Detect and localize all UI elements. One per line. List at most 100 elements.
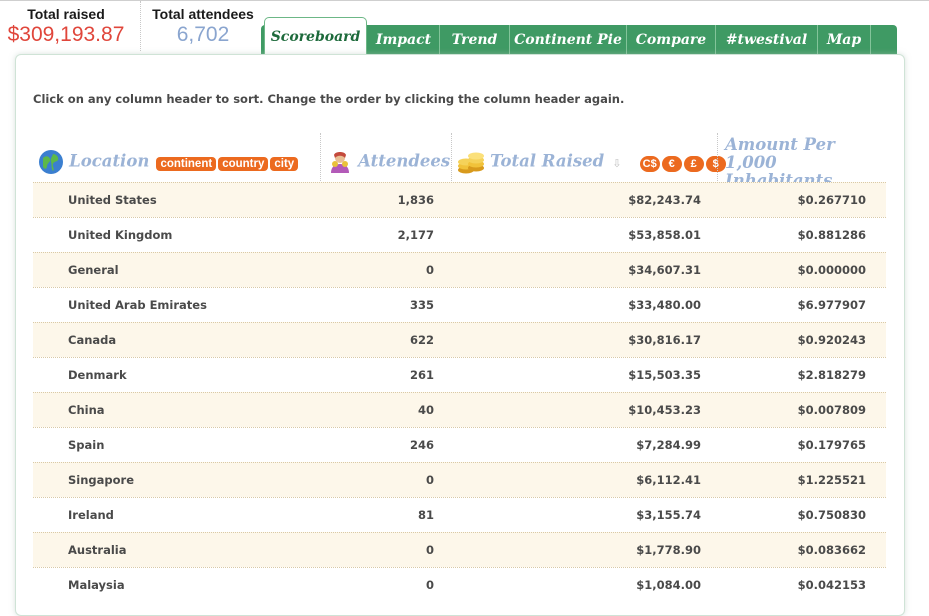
- attendees-cell: 40: [417, 403, 434, 417]
- amount-per-cell: $0.881286: [797, 228, 866, 242]
- tab-continent-pie[interactable]: Continent Pie: [510, 25, 627, 55]
- attendees-cell: 622: [409, 333, 434, 347]
- table-row: General 0 $34,607.31 $0.000000: [33, 252, 886, 287]
- location-cell: Ireland: [68, 508, 114, 522]
- attendees-header-title: Attendees: [358, 151, 451, 171]
- attendees-cell: 246: [409, 438, 434, 452]
- attendees-cell: 2,177: [397, 228, 434, 242]
- column-separator: [717, 133, 718, 181]
- total-raised-cell: $7,284.99: [636, 438, 701, 452]
- amount-per-cell: $0.267710: [797, 193, 866, 207]
- table-row: Denmark 261 $15,503.35 $2.818279: [33, 357, 886, 392]
- total-raised-cell: $6,112.41: [636, 473, 701, 487]
- total-attendees-value: 6,702: [176, 23, 230, 46]
- scoreboard-table: United States 1,836 $82,243.74 $0.267710…: [33, 182, 886, 602]
- sort-instructions: Click on any column header to sort. Chan…: [33, 92, 625, 106]
- attendees-cell: 0: [425, 543, 434, 557]
- amount-per-cell: $1.225521: [797, 473, 866, 487]
- amount-per-cell: $6.977907: [797, 298, 866, 312]
- total-raised-cell: $53,858.01: [628, 228, 701, 242]
- total-raised-value: $309,193.87: [7, 23, 125, 46]
- location-cell: Malaysia: [68, 578, 125, 592]
- tab-compare[interactable]: Compare: [627, 25, 716, 55]
- table-row: United Arab Emirates 335 $33,480.00 $6.9…: [33, 287, 886, 322]
- filter-city-button[interactable]: city: [270, 156, 299, 171]
- location-cell: Australia: [68, 543, 127, 557]
- table-row: United States 1,836 $82,243.74 $0.267710: [33, 182, 886, 217]
- total-raised-cell: $1,084.00: [636, 578, 701, 592]
- total-raised-header-title: Total Raised: [490, 151, 605, 171]
- currency-eur-button[interactable]: €: [661, 155, 682, 172]
- location-cell: Denmark: [68, 368, 127, 382]
- tab-bar: Scoreboard Impact Trend Continent Pie Co…: [261, 17, 897, 56]
- filter-continent-button[interactable]: continent: [156, 156, 217, 171]
- scoreboard-panel: Click on any column header to sort. Chan…: [15, 54, 905, 616]
- total-raised-cell: $15,503.35: [628, 368, 701, 382]
- tab-twestival[interactable]: #twestival: [716, 25, 818, 55]
- column-header-total-raised[interactable]: Total Raised ⇩ C$ € £ $: [457, 133, 726, 185]
- table-row: Canada 622 $30,816.17 $0.920243: [33, 322, 886, 357]
- attendees-cell: 0: [425, 578, 434, 592]
- total-raised-cell: $34,607.31: [628, 263, 701, 277]
- globe-icon: [39, 150, 63, 174]
- amount-per-cell: $0.083662: [797, 543, 866, 557]
- table-row: United Kingdom 2,177 $53,858.01 $0.88128…: [33, 217, 886, 252]
- table-row: China 40 $10,453.23 $0.007809: [33, 392, 886, 427]
- table-row: Australia 0 $1,778.90 $0.083662: [33, 532, 886, 567]
- column-header-location[interactable]: Location continent country city: [38, 133, 323, 185]
- coins-icon: [458, 152, 484, 174]
- total-raised-cell: $1,778.90: [636, 543, 701, 557]
- sort-descending-icon: ⇩: [612, 156, 622, 170]
- location-cell: United Kingdom: [68, 228, 173, 242]
- location-cell: Singapore: [68, 473, 135, 487]
- person-icon: [331, 152, 349, 173]
- amount-per-cell: $0.750830: [797, 508, 866, 522]
- tab-map[interactable]: Map: [818, 25, 871, 55]
- total-raised-cell: $30,816.17: [628, 333, 701, 347]
- amount-per-cell: $0.000000: [797, 263, 866, 277]
- amount-per-cell: $0.920243: [797, 333, 866, 347]
- location-cell: Spain: [68, 438, 105, 452]
- location-cell: Canada: [68, 333, 117, 347]
- column-separator: [451, 133, 452, 181]
- column-header-attendees[interactable]: Attendees: [327, 133, 451, 185]
- currency-gbp-button[interactable]: £: [683, 155, 704, 172]
- attendees-cell: 0: [425, 263, 434, 277]
- totals-summary: Total raised $309,193.87 Total attendees…: [0, 1, 260, 51]
- total-raised: Total raised $309,193.87: [0, 1, 132, 51]
- table-row: Spain 246 $7,284.99 $0.179765: [33, 427, 886, 462]
- total-raised-cell: $10,453.23: [628, 403, 701, 417]
- amount-per-cell: $0.179765: [797, 438, 866, 452]
- attendees-cell: 261: [409, 368, 434, 382]
- total-raised-cell: $3,155.74: [636, 508, 701, 522]
- amount-per-cell: $2.818279: [797, 368, 866, 382]
- currency-usd-button[interactable]: $: [705, 155, 726, 172]
- total-raised-cell: $33,480.00: [628, 298, 701, 312]
- location-cell: China: [68, 403, 105, 417]
- column-separator: [320, 133, 321, 181]
- attendees-cell: 1,836: [397, 193, 434, 207]
- amount-per-cell: $0.042153: [797, 578, 866, 592]
- tab-trend[interactable]: Trend: [440, 25, 510, 55]
- total-raised-label: Total raised: [27, 6, 105, 22]
- amount-per-cell: $0.007809: [797, 403, 866, 417]
- attendees-cell: 335: [409, 298, 434, 312]
- location-header-title: Location: [69, 151, 150, 171]
- attendees-cell: 81: [417, 508, 434, 522]
- filter-country-button[interactable]: country: [218, 156, 269, 171]
- currency-cad-button[interactable]: C$: [639, 155, 660, 172]
- attendees-cell: 0: [425, 473, 434, 487]
- total-raised-cell: $82,243.74: [628, 193, 701, 207]
- location-cell: United States: [68, 193, 157, 207]
- location-cell: United Arab Emirates: [68, 298, 207, 312]
- amount-per-header-line1: Amount Per 1,000: [725, 135, 835, 172]
- table-row: Singapore 0 $6,112.41 $1.225521: [33, 462, 886, 497]
- table-row: Ireland 81 $3,155.74 $0.750830: [33, 497, 886, 532]
- table-row: Malaysia 0 $1,084.00 $0.042153: [33, 567, 886, 602]
- tab-impact[interactable]: Impact: [368, 25, 440, 55]
- column-header-amount-per-1000[interactable]: Amount Per 1,000 Inhabitants: [725, 133, 890, 190]
- tab-scoreboard[interactable]: Scoreboard: [264, 17, 367, 56]
- total-attendees-label: Total attendees: [152, 6, 254, 22]
- location-cell: General: [68, 263, 119, 277]
- total-attendees: Total attendees 6,702: [140, 1, 265, 51]
